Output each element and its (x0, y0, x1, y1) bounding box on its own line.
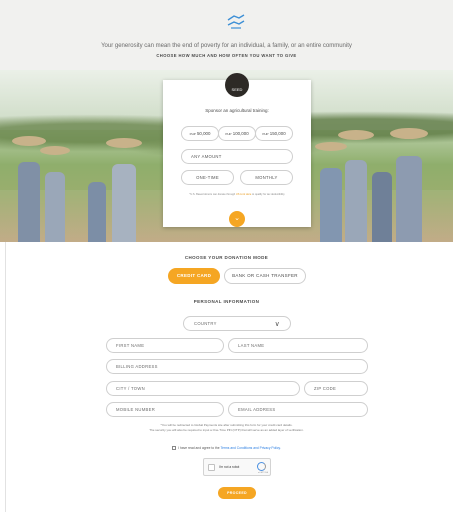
first-name-field[interactable]: FIRST NAME (106, 338, 224, 353)
farmer-figure (45, 172, 65, 242)
billing-address-field[interactable]: BILLING ADDRESS (106, 359, 368, 374)
recaptcha-brand: reCAPTCHA (257, 472, 268, 474)
monthly-button[interactable]: MONTHLY (240, 170, 293, 185)
recaptcha-label: I'm not a robot (219, 465, 240, 469)
farmer-figure (88, 182, 106, 242)
tax-note: *U.S. Based donors can donate through US… (189, 193, 285, 196)
give-subheading: CHOOSE HOW MUCH AND HOW OFTEN YOU WANT T… (156, 53, 297, 58)
one-time-button[interactable]: ONE-TIME (181, 170, 234, 185)
recaptcha-checkbox[interactable] (208, 464, 215, 471)
country-select[interactable]: COUNTRY ∨ (183, 316, 291, 331)
last-name-field[interactable]: LAST NAME (228, 338, 368, 353)
farmer-figure (396, 156, 422, 242)
bank-transfer-button[interactable]: BANK OR CASH TRANSFER (224, 268, 306, 284)
amount-option-150000[interactable]: PHP 150,000 (255, 126, 293, 141)
zip-code-field[interactable]: ZIP CODE (304, 381, 368, 396)
divider (5, 242, 6, 512)
credit-card-button[interactable]: CREDIT CARD (168, 268, 220, 284)
seed-logo: SEED (225, 73, 249, 97)
amount-option-50000[interactable]: PHP 50,000 (181, 126, 219, 141)
tagline: Your generosity can mean the end of pove… (101, 43, 352, 49)
us-donation-link[interactable]: US Link Here (236, 193, 251, 196)
donation-mode-title: CHOOSE YOUR DONATION MODE (184, 255, 269, 260)
terms-link[interactable]: Terms and Conditions and Privacy Policy. (220, 446, 280, 450)
chevron-down-icon: ∨ (274, 321, 280, 328)
farmer-figure (345, 160, 367, 242)
chevron-down-icon[interactable]: ⌄ (229, 211, 245, 227)
city-town-field[interactable]: CITY / TOWN (106, 381, 300, 396)
recaptcha-logo-icon (257, 462, 266, 471)
amount-option-100000[interactable]: PHP 100,000 (218, 126, 256, 141)
terms-agreement: I have read and agree to the Terms and C… (0, 446, 453, 451)
donation-card: SEED Sponsor an agricultural training: P… (163, 73, 311, 227)
farmer-figure (18, 162, 40, 242)
recaptcha-widget: I'm not a robot reCAPTCHA (203, 458, 271, 476)
proceed-button[interactable]: PROCEED (218, 487, 256, 499)
email-address-field[interactable]: EMAIL ADDRESS (228, 402, 368, 417)
farmer-figure (372, 172, 392, 242)
header-band: Your generosity can mean the end of pove… (0, 0, 453, 70)
farmer-figure (112, 164, 136, 242)
any-amount-input[interactable]: ANY AMOUNT (181, 149, 293, 164)
mobile-number-field[interactable]: MOBILE NUMBER (106, 402, 224, 417)
redirect-info: *You will be redirected to Global Paymen… (149, 423, 304, 432)
card-title: Sponsor an agricultural training: (205, 108, 269, 113)
agree-checkbox[interactable] (172, 446, 177, 451)
farmer-figure (320, 168, 342, 242)
giving-hands-icon (227, 14, 245, 29)
personal-info-title: PERSONAL INFORMATION (193, 299, 260, 304)
